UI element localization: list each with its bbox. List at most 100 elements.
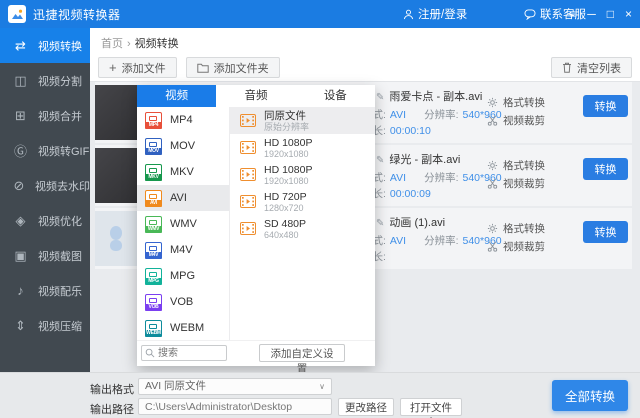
sidebar-item-to-gif[interactable]: Ⓖ视频转GIF (0, 133, 90, 168)
video-crop-option[interactable]: 视频裁剪 (487, 237, 545, 255)
format-convert-option[interactable]: 格式转换 (487, 93, 545, 111)
format-value: AVI (390, 172, 406, 184)
breadcrumb-home[interactable]: 首页 (101, 38, 123, 50)
format-option-mp4[interactable]: MP4MP4 (137, 107, 229, 133)
preset-option-HD 720P[interactable]: HD 720P1280x720 (230, 188, 375, 215)
format-option-label: MPG (170, 270, 195, 282)
video-split-icon: ◫ (12, 73, 29, 89)
add-custom-settings-button[interactable]: 添加自定义设置 (259, 344, 345, 362)
format-convert-option[interactable]: 格式转换 (487, 219, 545, 237)
sidebar-item-merge[interactable]: ⊞视频合并 (0, 98, 90, 133)
sidebar-item-convert[interactable]: ⇄视频转换 (0, 28, 90, 63)
app-logo-icon (8, 5, 26, 23)
preset-option-HD 1080P[interactable]: HD 1080P1920x1080 (230, 134, 375, 161)
output-bar: 输出格式 AVI 同原文件 ∨ 输出路径 更改路径 打开文件夹 全部转换 (0, 372, 640, 418)
preset-option-SD 480P[interactable]: SD 480P640x480 (230, 215, 375, 242)
video-to-gif-icon: Ⓖ (12, 141, 29, 160)
preset-title: 同原文件 (264, 110, 309, 122)
tab-音频[interactable]: 音频 (216, 85, 295, 107)
format-option-wmv[interactable]: WMVWMV (137, 211, 229, 237)
format-file-icon: MOV (145, 138, 162, 155)
plus-icon: + (109, 62, 117, 73)
file-name: ✎雨爱卡点 - 副本.avi (376, 88, 482, 104)
rename-icon[interactable]: ✎ (376, 155, 384, 166)
main-header: 首页›视频转换 + 添加文件 添加文件夹 清空列表 (90, 28, 640, 82)
sidebar-item-label: 视频优化 (38, 213, 82, 229)
output-path-input[interactable] (138, 398, 332, 415)
output-format-select[interactable]: AVI 同原文件 ∨ (138, 378, 332, 395)
format-file-icon: MKV (145, 164, 162, 181)
resolution-label: 分辨率: (424, 172, 458, 184)
preset-title: HD 720P (264, 191, 307, 203)
format-search (141, 345, 227, 361)
format-file-icon: AVI (145, 190, 162, 207)
minimize-button[interactable]: ─ (587, 0, 596, 28)
format-file-icon: M4V (145, 242, 162, 259)
convert-button[interactable]: 转换 (583, 95, 628, 117)
menu-icon[interactable]: ≡ (569, 0, 576, 28)
format-option-label: VOB (170, 296, 193, 308)
format-option-webm[interactable]: WEBM WEBM (137, 315, 229, 341)
main-area: 首页›视频转换 + 添加文件 添加文件夹 清空列表 ✎雨爱卡点 - 副本.av (90, 28, 640, 372)
scissors-icon (487, 115, 498, 126)
rename-icon[interactable]: ✎ (376, 92, 384, 103)
video-crop-option[interactable]: 视频裁剪 (487, 111, 545, 129)
preset-title: HD 1080P (264, 164, 312, 176)
video-compress-icon: ⇕ (12, 318, 29, 334)
sidebar-item-split[interactable]: ◫ 视频分割 (0, 63, 90, 98)
video-crop-option[interactable]: 视频裁剪 (487, 174, 545, 192)
preset-option-同原文件[interactable]: 同原文件原始分辨率 (230, 107, 375, 134)
format-option-label: MOV (170, 140, 195, 152)
format-option-mpg[interactable]: MPGMPG (137, 263, 229, 289)
convert-button[interactable]: 转换 (583, 158, 628, 180)
format-option-label: WEBM (170, 322, 204, 334)
format-option-avi[interactable]: AVIAVI (137, 185, 229, 211)
tab-设备[interactable]: 设备 (296, 85, 375, 107)
resolution-label: 分辨率: (424, 235, 458, 247)
format-file-icon: WEBM (145, 320, 162, 337)
convert-button[interactable]: 转换 (583, 221, 628, 243)
chat-icon (524, 9, 536, 20)
rename-icon[interactable]: ✎ (376, 218, 384, 229)
maximize-button[interactable]: □ (607, 0, 614, 28)
sidebar-item-label: 视频分割 (38, 73, 82, 89)
preset-option-HD 1080P[interactable]: HD 1080P1920x1080 (230, 161, 375, 188)
format-value: AVI (390, 109, 406, 121)
gear-icon (487, 223, 498, 234)
format-file-icon: MP4 (145, 112, 162, 129)
film-icon (240, 114, 256, 127)
film-icon (240, 195, 256, 208)
sidebar-item-screenshot[interactable]: ▣视频截图 (0, 238, 90, 273)
resolution-label: 分辨率: (424, 109, 458, 121)
format-tabs: 视频音频设备 (137, 85, 375, 107)
chevron-down-icon: ∨ (319, 379, 325, 394)
format-option-vob[interactable]: VOB VOB (137, 289, 229, 315)
sidebar-item-label: 视频配乐 (38, 283, 82, 299)
sidebar-item-remove-watermark[interactable]: ⊘视频去水印 (0, 168, 90, 203)
login-button[interactable]: 注册/登录 (403, 6, 467, 22)
user-icon (403, 9, 414, 20)
add-file-button[interactable]: + 添加文件 (98, 57, 177, 78)
change-path-button[interactable]: 更改路径 (338, 398, 394, 416)
format-convert-option[interactable]: 格式转换 (487, 156, 545, 174)
file-name: ✎动画 (1).avi (376, 214, 445, 230)
add-folder-button[interactable]: 添加文件夹 (186, 57, 280, 78)
sidebar-item-soundtrack[interactable]: ♪视频配乐 (0, 273, 90, 308)
format-dropdown-panel: 视频音频设备 MP4MP4MOVMOVMKVMKVAVIAVIWMVWMVM4V… (137, 85, 375, 366)
format-option-label: MKV (170, 166, 194, 178)
format-option-mkv[interactable]: MKV MKV (137, 159, 229, 185)
clear-list-button[interactable]: 清空列表 (551, 57, 632, 78)
tab-视频[interactable]: 视频 (137, 85, 216, 107)
format-option-m4v[interactable]: M4VM4V (137, 237, 229, 263)
format-file-icon: VOB (145, 294, 162, 311)
format-option-mov[interactable]: MOV MOV (137, 133, 229, 159)
video-thumbnail (95, 85, 137, 140)
open-folder-button[interactable]: 打开文件夹 (400, 398, 462, 416)
sidebar-item-optimize[interactable]: ◈视频优化 (0, 203, 90, 238)
app-title: 迅捷视频转换器 (33, 6, 121, 23)
convert-all-button[interactable]: 全部转换 (552, 380, 628, 411)
sidebar-item-compress[interactable]: ⇕视频压缩 (0, 308, 90, 343)
close-button[interactable]: × (625, 0, 632, 28)
video-thumbnail (95, 148, 137, 203)
format-option-label: WMV (170, 218, 197, 230)
